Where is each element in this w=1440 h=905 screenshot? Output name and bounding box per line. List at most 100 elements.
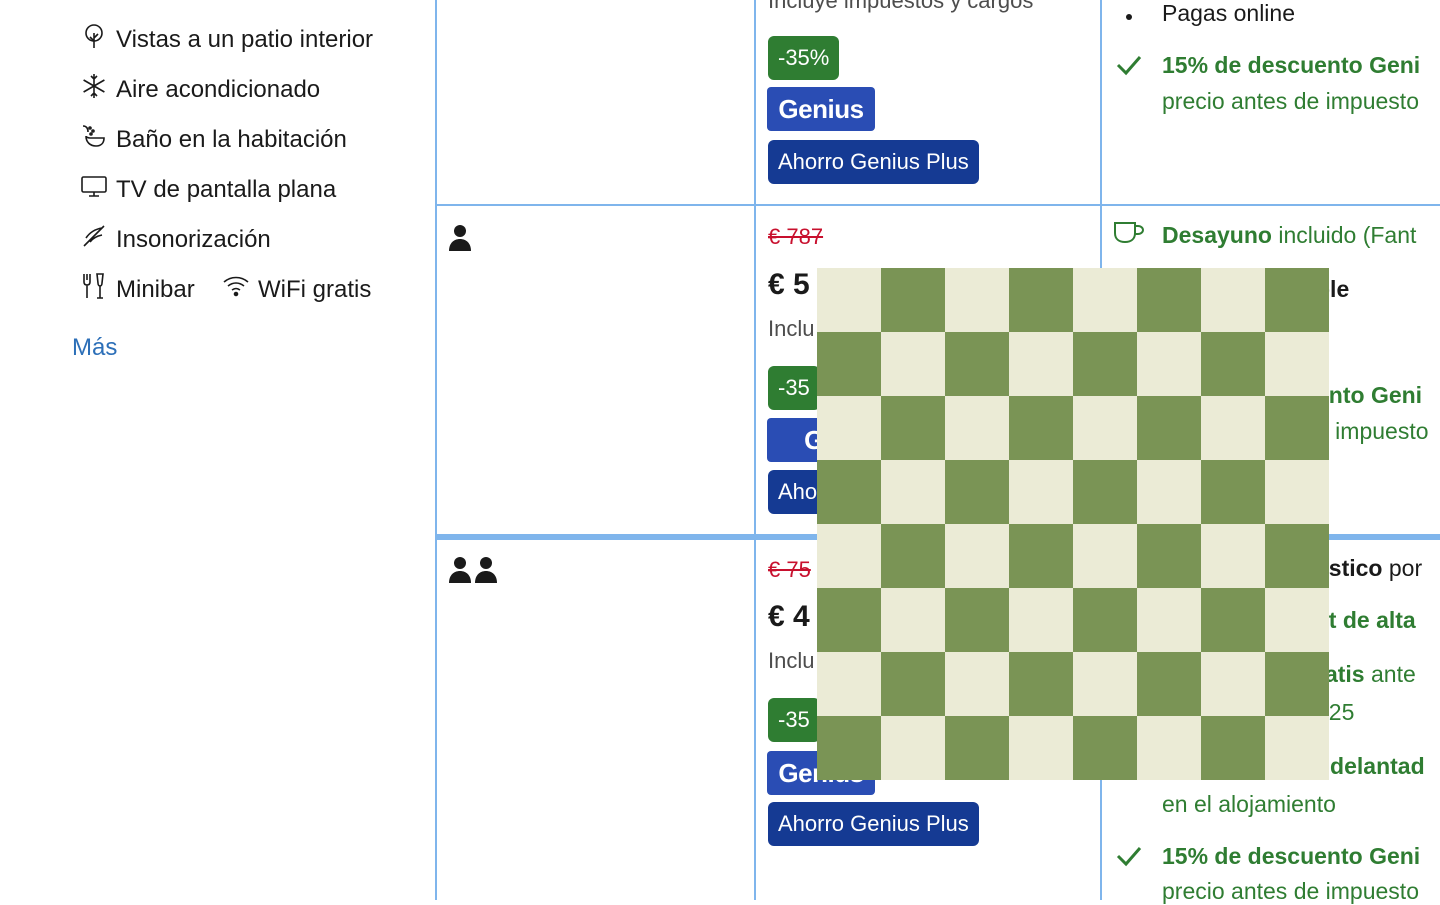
amenity-flat-tv: TV de pantalla plana	[80, 172, 336, 207]
checker-square	[1265, 396, 1329, 460]
checker-square	[945, 396, 1009, 460]
checker-square	[1137, 524, 1201, 588]
checker-square	[1137, 652, 1201, 716]
checker-square	[945, 652, 1009, 716]
checker-square	[1201, 396, 1265, 460]
checker-square	[817, 716, 881, 780]
check-icon	[1116, 54, 1142, 81]
checker-square	[1137, 268, 1201, 332]
row-divider	[436, 204, 1440, 206]
checker-square	[1201, 652, 1265, 716]
checker-square	[817, 332, 881, 396]
amenity-air-conditioning: Aire acondicionado	[80, 72, 320, 107]
checker-square	[1201, 588, 1265, 652]
checker-square	[1009, 652, 1073, 716]
checker-square	[945, 268, 1009, 332]
checker-square	[1265, 716, 1329, 780]
condition-free-cancellation: ratis ante	[1316, 661, 1416, 687]
checker-square	[817, 460, 881, 524]
checker-square	[1009, 268, 1073, 332]
amenity-courtyard-view: Vistas a un patio interior	[80, 22, 373, 57]
bullet	[1126, 14, 1132, 20]
checker-square	[1201, 268, 1265, 332]
original-price: € 75	[768, 557, 811, 582]
amenity-wifi: WiFi gratis	[222, 272, 371, 307]
checker-square	[817, 588, 881, 652]
price-includes-taxes: Inclu	[768, 648, 815, 673]
checker-square	[1137, 716, 1201, 780]
checker-square	[1201, 460, 1265, 524]
check-icon	[1116, 845, 1142, 872]
condition-flexible: ástico por	[1316, 555, 1423, 581]
checker-square	[817, 268, 881, 332]
checker-square	[1009, 716, 1073, 780]
checker-square	[817, 396, 881, 460]
checker-square	[881, 460, 945, 524]
amenity-minibar: Minibar	[80, 272, 195, 307]
checker-square	[1009, 332, 1073, 396]
checker-square	[1265, 332, 1329, 396]
condition-genius-discount-sub: precio antes de impuesto	[1162, 88, 1419, 114]
original-price: € 787	[768, 224, 824, 249]
condition-pay-online: Pagas online	[1162, 0, 1295, 26]
checker-square	[881, 588, 945, 652]
checker-square	[881, 716, 945, 780]
checker-square	[1073, 524, 1137, 588]
checker-square	[817, 652, 881, 716]
checker-square	[881, 524, 945, 588]
checker-square	[817, 524, 881, 588]
tree-icon	[80, 22, 108, 57]
checker-square	[1073, 268, 1137, 332]
checker-square	[1137, 460, 1201, 524]
checker-square	[1265, 460, 1329, 524]
amenity-private-bathroom: Baño en la habitación	[80, 122, 347, 157]
checker-square	[1073, 588, 1137, 652]
checker-square	[1137, 396, 1201, 460]
discount-badge: -35	[768, 366, 820, 410]
table-divider	[435, 0, 437, 900]
checker-square	[1009, 588, 1073, 652]
room-amenities: Vistas a un patio interior Aire acondici…	[0, 0, 436, 900]
condition-genius-discount-sub: precio antes de impuesto	[1162, 878, 1419, 904]
checker-square	[1009, 460, 1073, 524]
checker-square	[945, 588, 1009, 652]
checker-square	[1201, 332, 1265, 396]
wifi-icon	[222, 272, 250, 307]
checker-square	[945, 460, 1009, 524]
condition-genius-discount-sub: e impuesto	[1316, 418, 1429, 444]
checker-square	[1009, 396, 1073, 460]
discount-badge: -35	[768, 698, 820, 742]
checker-square	[1265, 588, 1329, 652]
condition-genius-discount: ento Geni	[1316, 382, 1423, 408]
checkerboard-overlay	[817, 268, 1329, 780]
checker-square	[881, 268, 945, 332]
current-price: € 4	[768, 600, 810, 633]
amenity-soundproofing: Insonorización	[80, 222, 271, 257]
minibar-icon	[80, 272, 108, 307]
condition-breakfast: Desayuno incluido (Fant	[1162, 222, 1417, 248]
checker-square	[1073, 460, 1137, 524]
condition-no-prepayment-sub: en el alojamiento	[1162, 791, 1336, 817]
checker-square	[1201, 524, 1265, 588]
coffee-cup-icon	[1112, 220, 1146, 251]
table-divider	[754, 0, 756, 900]
checker-square	[1265, 524, 1329, 588]
checker-square	[945, 716, 1009, 780]
checker-square	[1137, 588, 1201, 652]
genius-badge: Genius	[767, 87, 875, 131]
person-icon	[448, 224, 472, 252]
checker-square	[881, 396, 945, 460]
condition-no-prepayment: ndelantad	[1316, 753, 1425, 779]
price-includes-taxes: Inclu	[768, 316, 815, 341]
more-amenities-link[interactable]: Más	[72, 334, 117, 362]
soundproof-icon	[80, 222, 108, 257]
checker-square	[945, 524, 1009, 588]
price-includes-taxes: Incluye impuestos y cargos	[768, 0, 1034, 13]
condition-genius-discount: 15% de descuento Geni	[1162, 52, 1421, 78]
checker-square	[945, 332, 1009, 396]
bath-icon	[80, 122, 108, 157]
checker-square	[1073, 396, 1137, 460]
genius-plus-badge: Ahorro Genius Plus	[768, 140, 979, 184]
checker-square	[1137, 332, 1201, 396]
condition-genius-discount: 15% de descuento Geni	[1162, 843, 1421, 869]
